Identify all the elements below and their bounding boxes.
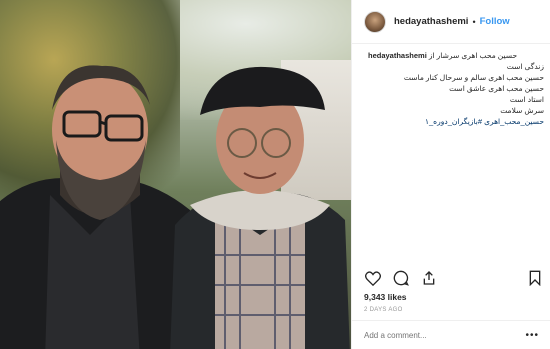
heart-icon[interactable] xyxy=(364,269,382,287)
likes-count[interactable]: 9,343 likes xyxy=(364,292,407,302)
caption-hashtags[interactable]: حسین_محب_اهری #بازیگران_دوره_۱ xyxy=(364,116,544,127)
post-photo[interactable] xyxy=(0,0,351,349)
comment-input[interactable] xyxy=(364,330,526,340)
post-header: hedayathashemi • Follow xyxy=(352,0,550,44)
header-separator: • xyxy=(472,16,476,27)
more-options-icon[interactable]: ••• xyxy=(525,330,539,341)
avatar[interactable] xyxy=(364,10,386,33)
share-icon[interactable] xyxy=(420,269,438,287)
comment-bar: ••• xyxy=(352,320,550,349)
post-timestamp: 2 DAYS AGO xyxy=(364,307,403,313)
caption-first-line: hedayathashemi حسین محب اهری سرشار از xyxy=(364,50,544,61)
caption-line-6: سرش سلامت xyxy=(500,106,544,115)
caption-line-5: استاد است xyxy=(509,95,544,104)
post-sidebar: hedayathashemi • Follow hedayathashemi ح… xyxy=(351,0,550,349)
caption-line-1: حسین محب اهری سرشار از xyxy=(428,51,518,60)
header-username[interactable]: hedayathashemi xyxy=(394,16,468,27)
post-caption: hedayathashemi حسین محب اهری سرشار از زن… xyxy=(364,50,544,260)
caption-line-2: زندگی است xyxy=(506,62,544,71)
post-actions xyxy=(364,268,544,288)
caption-line-4: حسین محب اهری عاشق است xyxy=(449,84,544,93)
comment-icon[interactable] xyxy=(392,269,410,287)
follow-button[interactable]: Follow xyxy=(480,16,510,27)
caption-username[interactable]: hedayathashemi xyxy=(368,50,427,61)
bookmark-icon[interactable] xyxy=(526,269,544,287)
photo-person-right xyxy=(170,66,350,349)
caption-line-3: حسین محب اهری سالم و سرحال کنار ماست xyxy=(403,73,544,82)
